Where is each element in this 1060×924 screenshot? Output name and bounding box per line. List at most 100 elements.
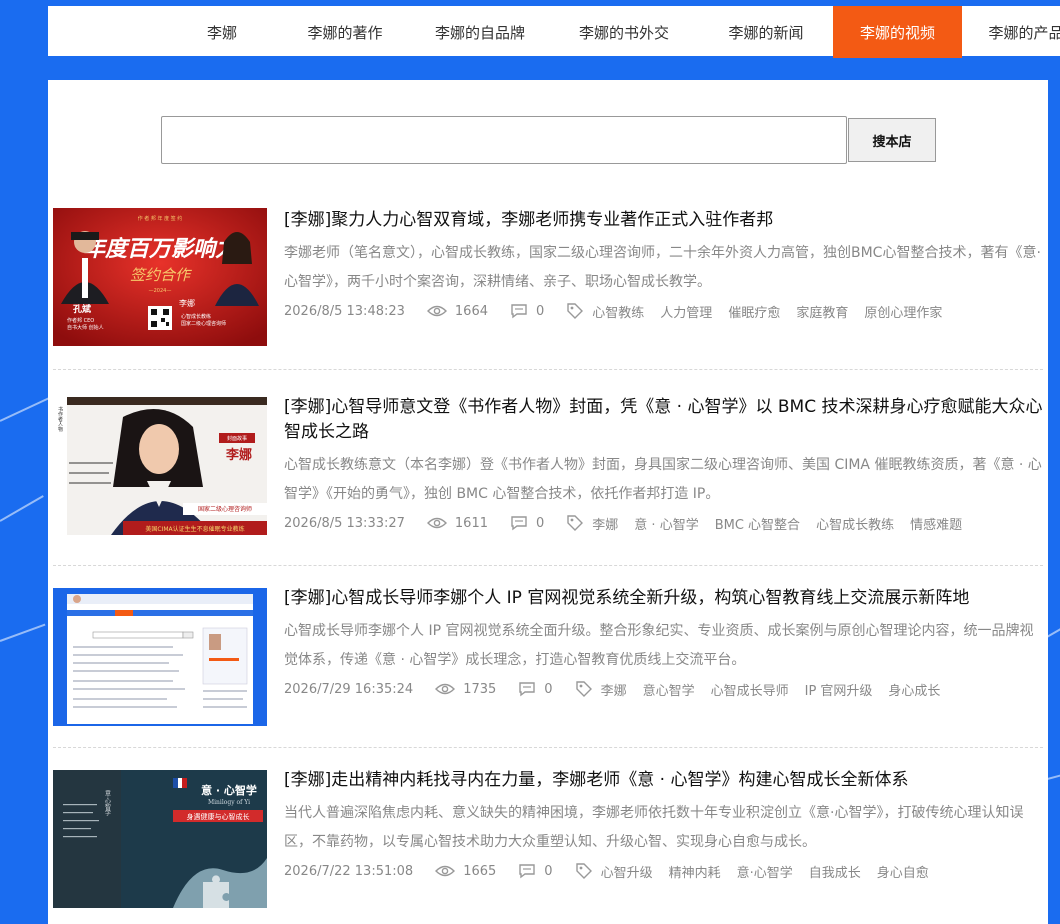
- top-navigation-bar: 李娜 李娜的著作 李娜的自品牌 李娜的书外交 李娜的新闻 李娜的视频 李娜的产品: [48, 4, 1060, 58]
- search-bar: 搜本店: [161, 116, 936, 164]
- thumb-right-role-1: 心智成长教练: [181, 313, 211, 320]
- thumb-cover-role: 国家二级心理咨询师: [198, 505, 252, 513]
- article-date: 2026/7/22 13:51:08: [284, 863, 414, 879]
- article-thumbnail[interactable]: [53, 588, 267, 726]
- thumb-book-title: 意 · 心智学: [201, 783, 257, 797]
- article-tag[interactable]: 家庭教育: [796, 302, 848, 321]
- article-tag[interactable]: 李娜: [592, 514, 618, 533]
- thumb-subheadline: 签约合作: [130, 266, 192, 284]
- thumb-cover-name: 李娜: [225, 447, 252, 463]
- article-tag[interactable]: IP 官网升级: [805, 680, 873, 699]
- thumbnail-image: 作 者 邦 年 度 签 约 年度百万影响力 签约合作 —2024— 孔斌 作者邦…: [53, 208, 267, 346]
- article-tag[interactable]: 身心自愈: [877, 862, 929, 881]
- tag-icon: [566, 302, 584, 320]
- article-tag[interactable]: 情感难题: [910, 514, 962, 533]
- tag-icon: [575, 680, 593, 698]
- search-store-button[interactable]: 搜本店: [848, 118, 936, 162]
- article-thumbnail[interactable]: 意·心智学 意 · 心智学 Minilogy of Yi 身遇健康与心智成长: [53, 770, 267, 908]
- article-tag[interactable]: 意心智学: [643, 680, 695, 699]
- thumb-left-role-1: 作者邦 CEO: [67, 317, 94, 324]
- article-date: 2026/8/5 13:48:23: [284, 303, 405, 319]
- eye-icon: [435, 682, 456, 696]
- article-body: [李娜]心智导师意文登《书作者人物》封面，凭《意 · 心智学》以 BMC 技术深…: [284, 395, 1043, 535]
- view-count: 1664: [454, 303, 488, 319]
- thumb-year: —2024—: [149, 288, 172, 294]
- thumb-left-role-2: 自书大师 创始人: [67, 324, 104, 331]
- search-input[interactable]: [161, 116, 847, 164]
- article-body: [李娜]聚力人力心智双育域，李娜老师携专业著作正式入驻作者邦 李娜老师（笔名意文…: [284, 208, 1043, 323]
- thumb-book-en: Minilogy of Yi: [208, 799, 250, 806]
- list-item: 作 者 邦 年 度 签 约 年度百万影响力 签约合作 —2024— 孔斌 作者邦…: [53, 198, 1043, 370]
- nav-item-products[interactable]: 李娜的产品: [962, 6, 1060, 58]
- thumbnail-image: [53, 588, 267, 726]
- thumb-right-role-2: 国家二级心理咨询师: [181, 320, 226, 327]
- article-body: [李娜]走出精神内耗找寻内在力量，李娜老师《意 · 心智学》构建心智成长全新体系…: [284, 768, 1043, 883]
- main-nav: 李娜 李娜的著作 李娜的自品牌 李娜的书外交 李娜的新闻 李娜的视频 李娜的产品: [48, 6, 1060, 58]
- thumb-right-name: 李娜: [179, 298, 195, 308]
- article-thumbnail[interactable]: 作 者 邦 年 度 签 约 年度百万影响力 签约合作 —2024— 孔斌 作者邦…: [53, 208, 267, 346]
- view-count: 1611: [454, 515, 488, 531]
- list-item: 书作者人物 封面故事 李娜 国家二级心理咨询师 美国CIMA认证生生不息催眠专业…: [53, 370, 1043, 566]
- article-tag[interactable]: 心智成长导师: [711, 680, 789, 699]
- list-item: [李娜]心智成长导师李娜个人 IP 官网视觉系统全新升级，构筑心智教育线上交流展…: [53, 566, 1043, 748]
- article-date: 2026/8/5 13:33:27: [284, 515, 405, 531]
- comment-icon: [510, 515, 528, 531]
- thumb-top-text: 作 者 邦 年 度 签 约: [138, 215, 183, 222]
- article-tag[interactable]: 身心成长: [888, 680, 940, 699]
- nav-item-videos[interactable]: 李娜的视频: [833, 6, 962, 58]
- tag-icon: [566, 514, 584, 532]
- article-tag[interactable]: 原创心理作家: [864, 302, 942, 321]
- article-thumbnail[interactable]: 书作者人物 封面故事 李娜 国家二级心理咨询师 美国CIMA认证生生不息催眠专业…: [53, 397, 267, 535]
- view-count: 1735: [463, 681, 497, 697]
- article-tag[interactable]: 精神内耗: [669, 862, 721, 881]
- article-description: 心智成长教练意文（本名李娜）登《书作者人物》封面，身具国家二级心理咨询师、美国 …: [284, 457, 1042, 502]
- article-body: [李娜]心智成长导师李娜个人 IP 官网视觉系统全新升级，构筑心智教育线上交流展…: [284, 586, 1043, 701]
- comment-count: 0: [536, 303, 545, 319]
- article-title[interactable]: [李娜]心智成长导师李娜个人 IP 官网视觉系统全新升级，构筑心智教育线上交流展…: [284, 586, 1043, 611]
- eye-icon: [426, 304, 447, 318]
- eye-icon: [426, 516, 447, 530]
- nav-item-lina[interactable]: 李娜: [165, 6, 279, 58]
- article-meta: 2026/7/22 13:51:08 1665 0 心智升级 精神内耗 意·心智…: [284, 859, 1043, 883]
- article-meta: 2026/8/5 13:48:23 1664 0 心智教练 人力管理 催眠疗愈: [284, 299, 1043, 323]
- article-description: 心智成长导师李娜个人 IP 官网视觉系统全面升级。整合形象纪实、专业资质、成长案…: [284, 623, 1034, 668]
- article-tag[interactable]: BMC 心智整合: [715, 514, 800, 533]
- comment-count: 0: [536, 515, 545, 531]
- article-meta: 2026/8/5 13:33:27 1611 0 李娜 意 · 心智学 BMC …: [284, 511, 1043, 535]
- article-tag[interactable]: 心智成长教练: [816, 514, 894, 533]
- article-title[interactable]: [李娜]走出精神内耗找寻内在力量，李娜老师《意 · 心智学》构建心智成长全新体系: [284, 768, 1043, 793]
- comment-icon: [510, 303, 528, 319]
- comment-count: 0: [544, 863, 553, 879]
- article-list: 作 者 邦 年 度 签 约 年度百万影响力 签约合作 —2024— 孔斌 作者邦…: [53, 198, 1043, 924]
- main-content: 搜本店 作 者 邦 年 度 签 约 年度百万影响力 签约合作 —2024— 孔斌…: [48, 80, 1048, 924]
- article-date: 2026/7/29 16:35:24: [284, 681, 414, 697]
- thumb-book-spine: 意·心智学: [104, 789, 111, 816]
- article-tag[interactable]: 李娜: [601, 680, 627, 699]
- thumb-side-text: 书作者人物: [57, 406, 63, 433]
- thumbnail-image: 书作者人物 封面故事 李娜 国家二级心理咨询师 美国CIMA认证生生不息催眠专业…: [53, 397, 267, 535]
- article-description: 李娜老师（笔名意文），心智成长教练，国家二级心理咨询师，二十余年外资人力高管，独…: [284, 245, 1041, 290]
- thumb-cover-badge: 封面故事: [227, 435, 247, 442]
- article-tag[interactable]: 催眠疗愈: [728, 302, 780, 321]
- article-tag[interactable]: 心智升级: [601, 862, 653, 881]
- article-title[interactable]: [李娜]心智导师意文登《书作者人物》封面，凭《意 · 心智学》以 BMC 技术深…: [284, 395, 1043, 445]
- nav-item-book-diplomacy[interactable]: 李娜的书外交: [549, 6, 699, 58]
- article-tag[interactable]: 意 · 心智学: [634, 514, 698, 533]
- comment-icon: [518, 681, 536, 697]
- nav-item-works[interactable]: 李娜的著作: [279, 6, 411, 58]
- thumb-cover-bottom: 美国CIMA认证生生不息催眠专业教练: [145, 525, 244, 533]
- article-tag[interactable]: 人力管理: [660, 302, 712, 321]
- comment-count: 0: [544, 681, 553, 697]
- thumb-left-name: 孔斌: [73, 303, 91, 315]
- article-meta: 2026/7/29 16:35:24 1735 0 李娜 意心智学 心智成长导师: [284, 677, 1043, 701]
- tag-icon: [575, 862, 593, 880]
- article-tag[interactable]: 意·心智学: [737, 862, 793, 881]
- thumbnail-image: 意·心智学 意 · 心智学 Minilogy of Yi 身遇健康与心智成长: [53, 770, 267, 908]
- article-tag[interactable]: 自我成长: [809, 862, 861, 881]
- nav-item-self-brand[interactable]: 李娜的自品牌: [411, 6, 549, 58]
- nav-item-news[interactable]: 李娜的新闻: [699, 6, 833, 58]
- eye-icon: [435, 864, 456, 878]
- article-title[interactable]: [李娜]聚力人力心智双育域，李娜老师携专业著作正式入驻作者邦: [284, 208, 1043, 233]
- list-item: 意·心智学 意 · 心智学 Minilogy of Yi 身遇健康与心智成长 […: [53, 748, 1043, 924]
- article-tag[interactable]: 心智教练: [592, 302, 644, 321]
